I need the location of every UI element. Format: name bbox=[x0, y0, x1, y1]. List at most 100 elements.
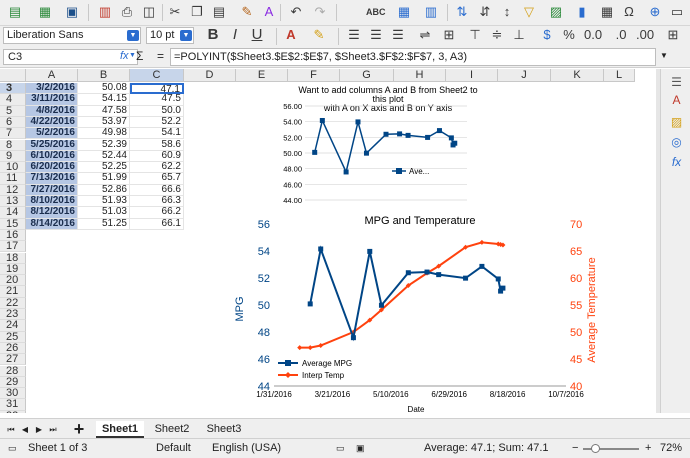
sort-ascending-icon[interactable]: ⇅ bbox=[453, 3, 471, 21]
cell-c5[interactable]: 50.0 bbox=[130, 105, 184, 117]
column-header-g[interactable]: G bbox=[340, 69, 394, 82]
column-header-h[interactable]: H bbox=[394, 69, 446, 82]
insert-image-icon[interactable]: ▨ bbox=[547, 3, 565, 21]
cell-a9[interactable]: 6/10/2016 bbox=[26, 150, 78, 163]
align-bottom-icon[interactable]: ⊥ bbox=[510, 26, 528, 44]
templates-icon[interactable]: ▦ bbox=[36, 3, 54, 21]
spelling-icon[interactable]: ABC bbox=[366, 3, 386, 21]
pivot-table-icon[interactable]: ▦ bbox=[598, 3, 616, 21]
add-sheet-icon[interactable]: + bbox=[70, 420, 88, 438]
status-language[interactable]: English (USA) bbox=[212, 439, 281, 458]
print-icon[interactable]: ⎙ bbox=[118, 3, 136, 21]
column-header-e[interactable]: E bbox=[236, 69, 288, 82]
expand-formula-icon[interactable]: ▼ bbox=[660, 51, 668, 60]
cell-a4[interactable]: 3/11/2016 bbox=[26, 94, 78, 106]
bold-button[interactable]: B bbox=[204, 26, 222, 44]
save-icon[interactable]: ▣ bbox=[63, 3, 81, 21]
column-header-f[interactable]: F bbox=[288, 69, 340, 82]
previous-sheet-icon[interactable]: ◀ bbox=[20, 421, 30, 438]
column-header-l[interactable]: L bbox=[604, 69, 635, 82]
row-header-24[interactable]: 24 bbox=[0, 320, 26, 332]
clear-formatting-icon[interactable]: A bbox=[260, 3, 278, 21]
first-sheet-icon[interactable]: ⏮ bbox=[6, 421, 16, 438]
merge-cells-icon[interactable]: ⊞ bbox=[440, 26, 458, 44]
cell-b12[interactable]: 52.86 bbox=[78, 184, 130, 196]
cell-b3[interactable]: 50.08 bbox=[78, 83, 130, 95]
next-sheet-icon[interactable]: ▶ bbox=[34, 421, 44, 438]
align-right-icon[interactable]: ☰ bbox=[389, 26, 407, 44]
column-header-c[interactable]: C bbox=[130, 69, 184, 82]
name-box[interactable]: C3 bbox=[3, 49, 138, 65]
paste-icon[interactable]: ▤ bbox=[210, 3, 228, 21]
cell-c14[interactable]: 66.2 bbox=[130, 207, 184, 219]
comment-icon[interactable]: ▭ bbox=[668, 3, 686, 21]
add-decimal-icon[interactable]: .0 bbox=[612, 26, 630, 44]
sum-icon[interactable]: Σ bbox=[136, 49, 143, 63]
row-header-32[interactable]: 32 bbox=[0, 410, 26, 413]
column-icon[interactable]: ▥ bbox=[422, 3, 440, 21]
cell-a3[interactable]: 3/2/2016 bbox=[26, 83, 78, 95]
select-all-corner[interactable] bbox=[0, 69, 26, 82]
zoom-out-icon[interactable]: − bbox=[572, 439, 578, 458]
sort-icon[interactable]: ↕ bbox=[498, 3, 516, 21]
column-header-k[interactable]: K bbox=[551, 69, 604, 82]
cell-a5[interactable]: 4/8/2016 bbox=[26, 105, 78, 117]
cell-c12[interactable]: 66.6 bbox=[130, 184, 184, 196]
cell-a10[interactable]: 6/20/2016 bbox=[26, 162, 78, 174]
cell-a15[interactable]: 8/14/2016 bbox=[26, 218, 78, 230]
navigator-icon[interactable]: ◎ bbox=[668, 134, 685, 151]
cell-a13[interactable]: 8/10/2016 bbox=[26, 196, 78, 208]
cell-a14[interactable]: 8/12/2016 bbox=[26, 207, 78, 219]
row-header-7[interactable]: 7 bbox=[0, 128, 26, 140]
align-top-icon[interactable]: ⊤ bbox=[466, 26, 484, 44]
cell-c6[interactable]: 52.2 bbox=[130, 116, 184, 129]
highlight-icon[interactable]: ✎ bbox=[310, 26, 328, 44]
cell-a12[interactable]: 7/27/2016 bbox=[26, 184, 78, 196]
row-header-8[interactable]: 8 bbox=[0, 139, 26, 151]
cell-c3[interactable]: 47.1 bbox=[130, 83, 184, 95]
align-center-icon[interactable]: ☰ bbox=[367, 26, 385, 44]
functions-icon[interactable]: fx bbox=[668, 154, 685, 171]
row-header-3[interactable]: 3 bbox=[0, 82, 26, 95]
underline-button[interactable]: U bbox=[248, 26, 266, 44]
column-header-j[interactable]: J bbox=[498, 69, 551, 82]
zoom-slider-handle[interactable] bbox=[591, 444, 600, 453]
cell-b14[interactable]: 51.03 bbox=[78, 207, 130, 219]
formula-input[interactable]: =POLYINT($Sheet3.$E$2:$E$7, $Sheet3.$F$2… bbox=[170, 48, 656, 66]
cell-c9[interactable]: 60.9 bbox=[130, 150, 184, 163]
cell-b6[interactable]: 53.97 bbox=[78, 116, 130, 129]
print-preview-icon[interactable]: ◫ bbox=[140, 3, 158, 21]
font-color-icon[interactable]: A bbox=[282, 26, 300, 44]
last-sheet-icon[interactable]: ⏭ bbox=[48, 421, 58, 438]
status-page-style[interactable]: Default bbox=[156, 439, 191, 458]
cell-b9[interactable]: 52.44 bbox=[78, 150, 130, 163]
sidebar-menu-icon[interactable]: ☰ bbox=[668, 74, 685, 91]
hyperlink-icon[interactable]: ⊕ bbox=[646, 3, 664, 21]
percent-icon[interactable]: % bbox=[560, 26, 578, 44]
align-left-icon[interactable]: ☰ bbox=[345, 26, 363, 44]
special-character-icon[interactable]: Ω bbox=[620, 3, 638, 21]
tab-sheet3[interactable]: Sheet3 bbox=[200, 421, 248, 438]
insert-chart-icon[interactable]: ▮ bbox=[573, 3, 591, 21]
new-document-icon[interactable]: ▤ bbox=[6, 3, 24, 21]
delete-decimal-icon[interactable]: .00 bbox=[636, 26, 654, 44]
redo-icon[interactable]: ↷ bbox=[311, 3, 329, 21]
zoom-in-icon[interactable]: + bbox=[645, 439, 651, 458]
row-header-21[interactable]: 21 bbox=[0, 286, 26, 298]
tab-sheet1[interactable]: Sheet1 bbox=[96, 421, 144, 438]
cell-c10[interactable]: 62.2 bbox=[130, 162, 184, 174]
cell-a6[interactable]: 4/22/2016 bbox=[26, 116, 78, 129]
chart-embedded-small[interactable]: Want to add columns A and B from Sheet2 … bbox=[281, 84, 495, 208]
row-header-6[interactable]: 6 bbox=[0, 116, 26, 129]
cell-c4[interactable]: 47.5 bbox=[130, 94, 184, 106]
copy-icon[interactable]: ❐ bbox=[188, 3, 206, 21]
cell-c8[interactable]: 58.6 bbox=[130, 139, 184, 151]
row-header-5[interactable]: 5 bbox=[0, 105, 26, 117]
gallery-icon[interactable]: ▨ bbox=[668, 114, 685, 131]
chevron-down-icon[interactable]: ▼ bbox=[127, 30, 139, 41]
row-header-4[interactable]: 4 bbox=[0, 94, 26, 106]
cell-b15[interactable]: 51.25 bbox=[78, 218, 130, 230]
tab-sheet2[interactable]: Sheet2 bbox=[148, 421, 196, 438]
properties-icon[interactable]: A bbox=[668, 92, 685, 109]
insert-mode-icon[interactable]: ▭ bbox=[336, 439, 345, 458]
